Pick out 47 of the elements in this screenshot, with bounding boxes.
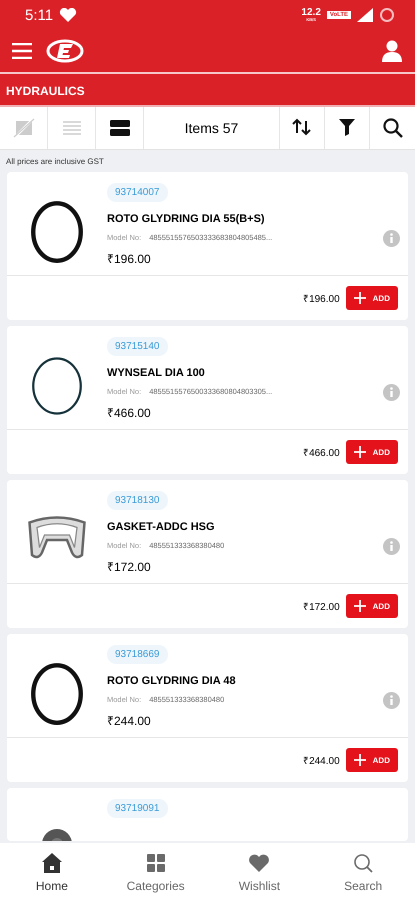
product-name: ROTO GLYDRING DIA 48 xyxy=(107,675,237,687)
card-view-icon xyxy=(108,118,130,138)
item-code-tag: 93714007 xyxy=(107,183,168,202)
product-price: ₹172.00 xyxy=(107,559,152,575)
total-price: ₹172.00 xyxy=(303,601,340,613)
plus-icon xyxy=(354,292,366,304)
add-button[interactable]: ADD xyxy=(346,286,398,310)
plus-icon xyxy=(354,446,366,458)
no-image-view-icon xyxy=(12,118,34,138)
category-title: HYDRAULICS xyxy=(6,84,85,98)
clock: 5:11 xyxy=(25,6,54,24)
search-icon xyxy=(352,852,374,874)
add-button[interactable]: ADD xyxy=(346,440,398,464)
signal-icon xyxy=(357,8,373,22)
total-price: ₹466.00 xyxy=(303,447,340,459)
nav-tab[interactable]: Search xyxy=(311,843,415,900)
nav-tab[interactable]: Categories xyxy=(104,843,208,900)
product-price: ₹244.00 xyxy=(107,713,152,729)
add-button[interactable]: ADD xyxy=(346,594,398,618)
filter-icon xyxy=(336,117,358,139)
item-code-tag: 93718130 xyxy=(107,491,168,510)
nav-tab[interactable]: Home xyxy=(0,843,104,900)
nav-tab[interactable]: Wishlist xyxy=(208,843,312,900)
product-price: ₹196.00 xyxy=(107,251,152,267)
add-button[interactable]: ADD xyxy=(346,748,398,772)
home-icon xyxy=(40,852,63,874)
gst-note: All prices are inclusive GST xyxy=(5,156,105,168)
search-icon xyxy=(382,117,404,139)
item-code-tag: 93719091 xyxy=(107,799,168,818)
product-name: GASKET-ADDC HSG xyxy=(107,521,216,533)
plus-icon xyxy=(354,600,366,612)
total-price: ₹196.00 xyxy=(303,293,340,305)
total-price: ₹244.00 xyxy=(303,755,340,767)
logo-icon[interactable] xyxy=(46,39,84,63)
wishlist-icon xyxy=(248,852,270,874)
item-code-tag: 93715140 xyxy=(107,337,168,356)
menu-icon[interactable] xyxy=(12,43,32,59)
categories-icon xyxy=(144,852,167,874)
product-name: ROTO GLYDRING DIA 55(B+S) xyxy=(107,213,266,225)
heart-icon xyxy=(59,8,78,22)
product-price: ₹466.00 xyxy=(107,405,152,421)
product-name: WYNSEAL DIA 100 xyxy=(107,367,206,379)
item-count: Items 57 xyxy=(184,120,238,136)
user-icon[interactable] xyxy=(381,40,403,62)
list-view-icon xyxy=(60,118,82,138)
plus-icon xyxy=(354,754,366,766)
item-code-tag: 93718669 xyxy=(107,645,168,664)
